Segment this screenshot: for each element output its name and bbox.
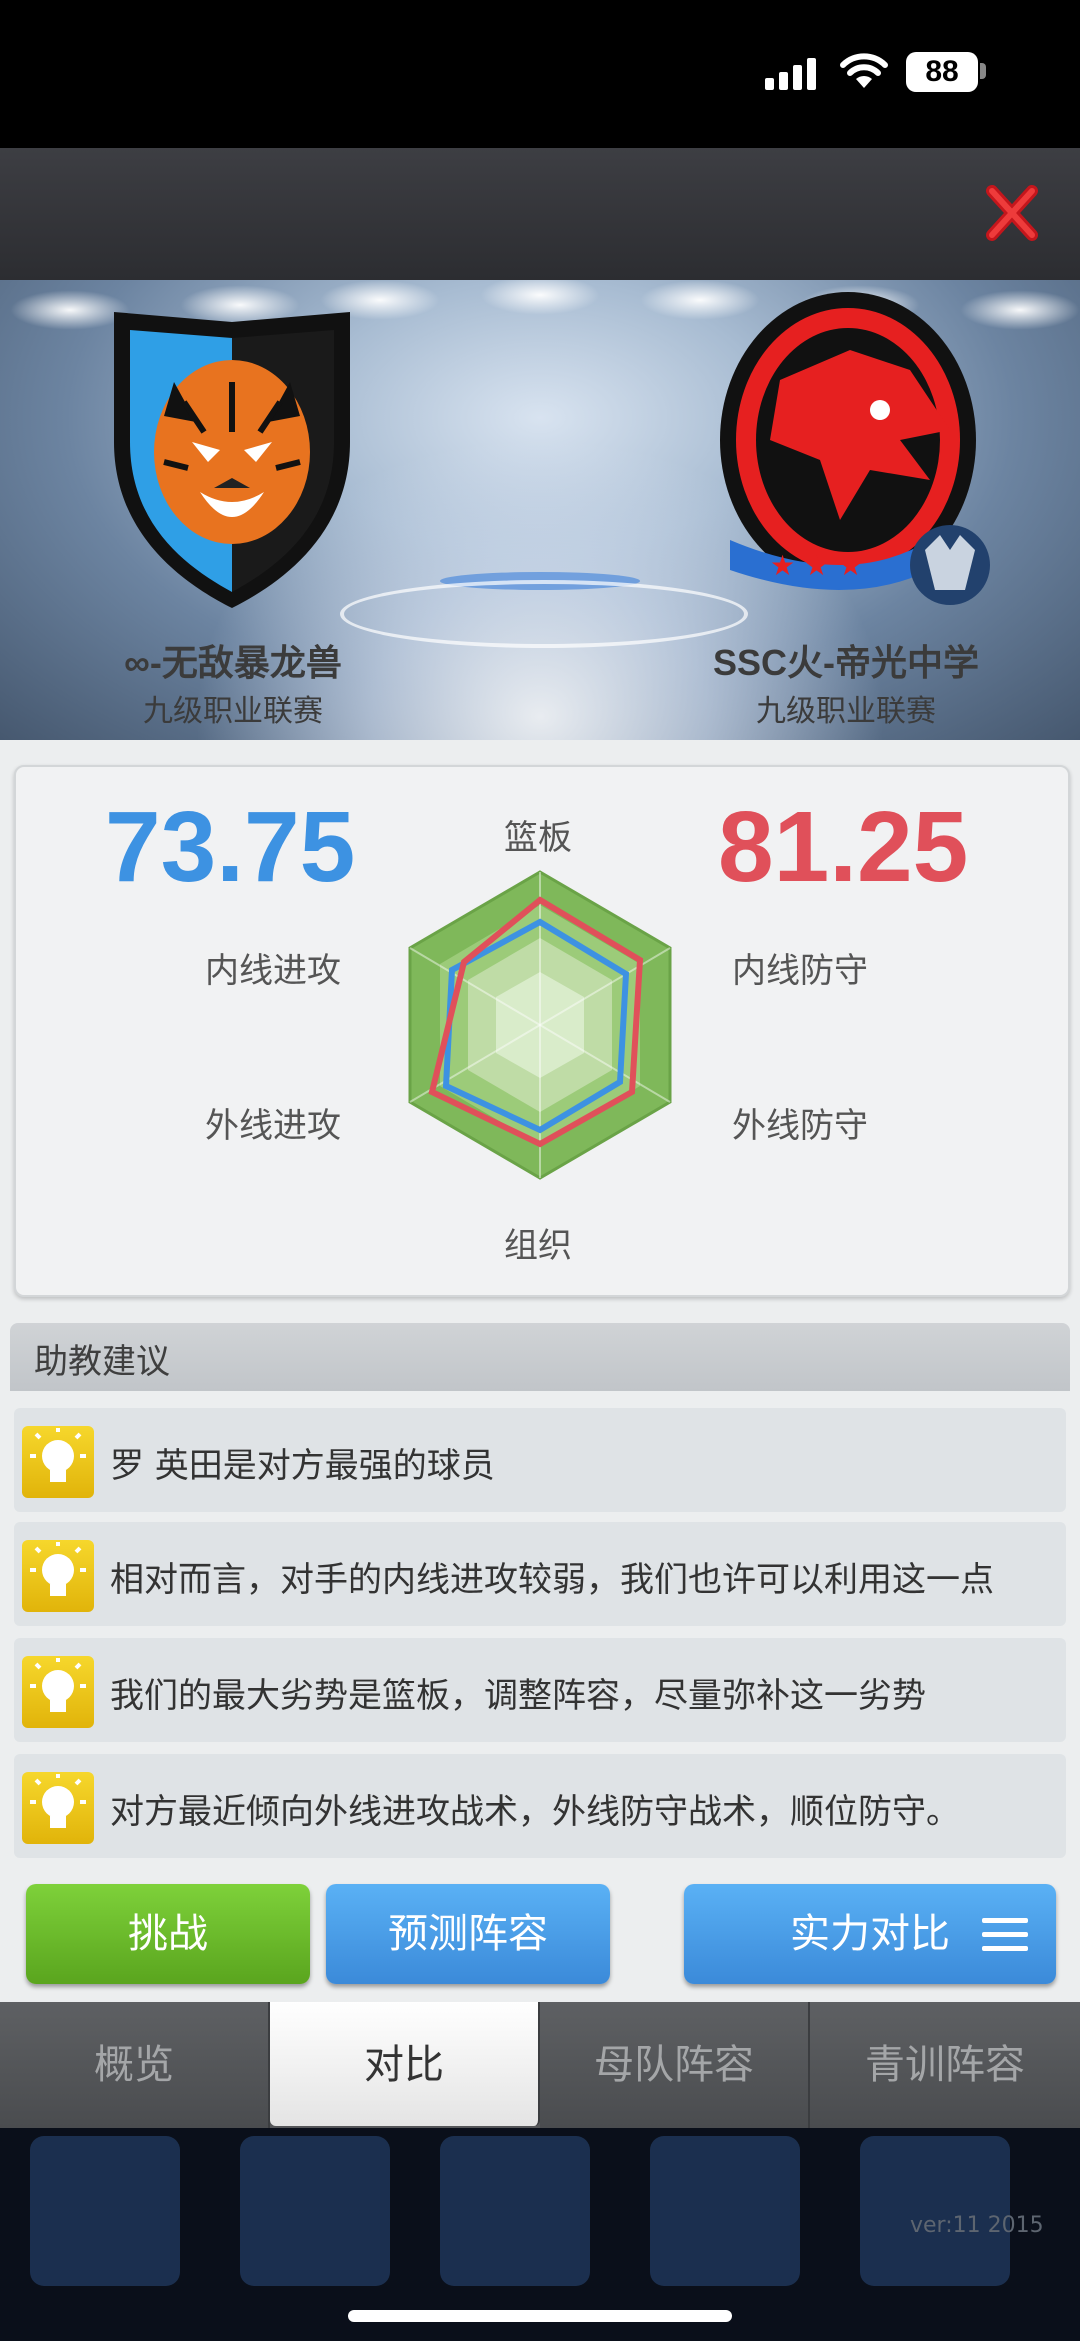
lightbulb-icon xyxy=(22,1540,94,1612)
advice-item: 我们的最大劣势是篮板，调整阵容，尽量弥补这一劣势 xyxy=(14,1638,1066,1742)
advice-title: 助教建议 xyxy=(34,1342,170,1382)
menu-icon xyxy=(982,1918,1028,1960)
predict-lineup-button[interactable]: 预测阵容 xyxy=(326,1884,610,1984)
away-team-league: 九级职业联赛 xyxy=(756,694,936,729)
battery-tip xyxy=(980,63,986,79)
battery-icon: 88 xyxy=(906,52,978,92)
advice-text: 罗 英田是对方最强的球员 xyxy=(110,1446,495,1486)
home-team-logo xyxy=(114,312,350,608)
tab-compare[interactable]: 对比 xyxy=(270,2002,540,2126)
advice-item: 对方最近倾向外线进攻战术，外线防守战术，顺位防守。 xyxy=(14,1754,1066,1858)
axis-label-inside-offense: 内线进攻 xyxy=(205,951,341,991)
lightbulb-icon xyxy=(22,1426,94,1498)
version-label: ver:11 2015 xyxy=(910,2213,1044,2238)
lightbulb-icon xyxy=(22,1656,94,1728)
close-icon[interactable] xyxy=(986,183,1038,243)
strength-compare-label: 实力对比 xyxy=(790,1911,950,1957)
axis-label-organization: 组织 xyxy=(504,1226,572,1266)
tab-youth-roster[interactable]: 青训阵容 xyxy=(810,2002,1080,2128)
advice-item: 相对而言，对手的内线进攻较弱，我们也许可以利用这一点 xyxy=(14,1522,1066,1626)
advice-item: 罗 英田是对方最强的球员 xyxy=(14,1408,1066,1512)
advice-text: 我们的最大劣势是篮板，调整阵容，尽量弥补这一劣势 xyxy=(110,1676,926,1716)
advice-text: 对方最近倾向外线进攻战术，外线防守战术，顺位防守。 xyxy=(110,1792,960,1832)
tab-bar: 概览 对比 母队阵容 青训阵容 xyxy=(0,2002,1080,2128)
advice-text: 相对而言，对手的内线进攻较弱，我们也许可以利用这一点 xyxy=(110,1560,994,1600)
tab-overview[interactable]: 概览 xyxy=(0,2002,270,2128)
cell-signal-icon xyxy=(765,58,821,90)
lightbulb-icon xyxy=(22,1772,94,1844)
axis-label-rebound: 篮板 xyxy=(504,818,572,858)
away-team-name: SSC火-帝光中学 xyxy=(712,642,979,683)
home-indicator[interactable] xyxy=(348,2310,732,2322)
top-header xyxy=(0,148,1080,280)
radar-chart xyxy=(408,870,672,1180)
away-score: 81.25 xyxy=(718,791,969,903)
axis-label-outside-offense: 外线进攻 xyxy=(205,1106,341,1146)
home-team-name: ∞-无敌暴龙兽 xyxy=(124,642,342,683)
status-time: 12:56 xyxy=(143,45,256,94)
svg-text:★ ★ ★: ★ ★ ★ xyxy=(770,549,863,582)
home-team-league: 九级职业联赛 xyxy=(143,694,323,729)
challenge-button[interactable]: 挑战 xyxy=(26,1884,310,1984)
away-team-logo: ★ ★ ★ xyxy=(720,292,990,605)
tab-main-roster[interactable]: 母队阵容 xyxy=(540,2002,810,2128)
wifi-icon xyxy=(840,53,888,88)
strength-compare-button[interactable]: 实力对比 xyxy=(684,1884,1056,1984)
axis-label-outside-defense: 外线防守 xyxy=(732,1106,868,1146)
axis-label-inside-defense: 内线防守 xyxy=(732,951,868,991)
home-score: 73.75 xyxy=(105,791,356,903)
